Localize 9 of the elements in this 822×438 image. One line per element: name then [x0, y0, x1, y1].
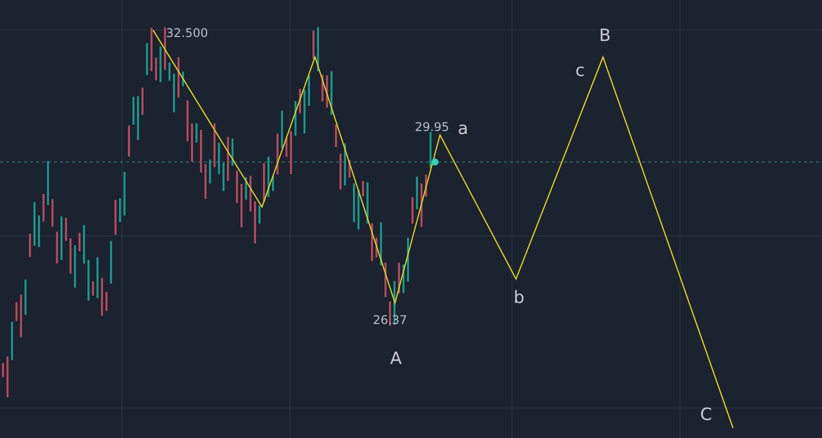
wave-label: C — [700, 405, 712, 425]
wave-label: B — [599, 26, 611, 46]
wave-label: b — [514, 288, 524, 308]
wave-label: a — [458, 119, 468, 139]
wave-label: c — [575, 61, 585, 81]
price-label: 32.500 — [166, 26, 208, 40]
price-marker-icon — [432, 158, 438, 166]
price-label: 29.95 — [414, 120, 450, 134]
wave-label: A — [390, 349, 402, 369]
